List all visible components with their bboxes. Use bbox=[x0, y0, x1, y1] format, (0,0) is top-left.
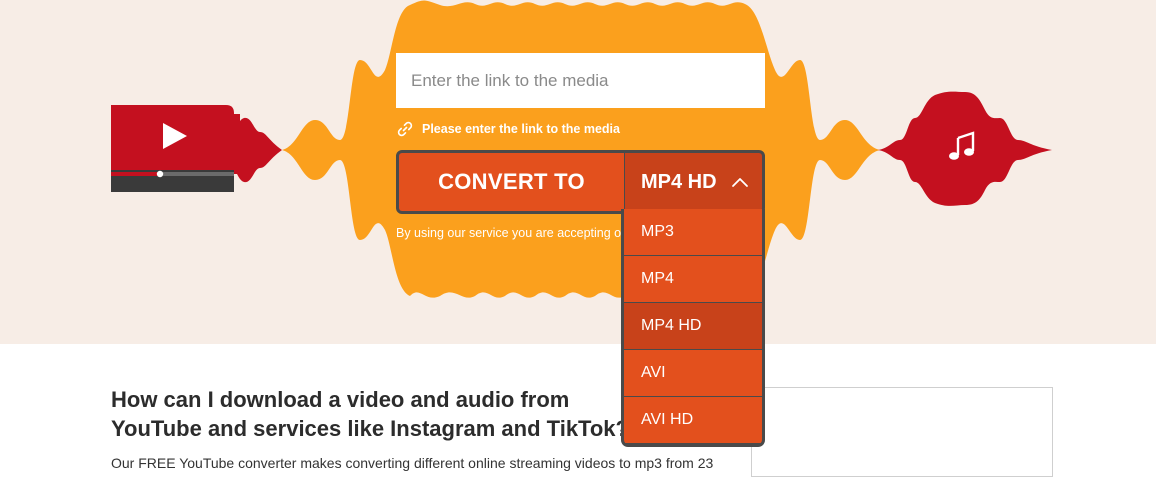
url-hint-text: Please enter the link to the media bbox=[422, 122, 620, 136]
convert-button[interactable]: CONVERT TO bbox=[399, 153, 624, 211]
faq-heading: How can I download a video and audio fro… bbox=[111, 387, 629, 441]
hero-section: Please enter the link to the media CONVE… bbox=[0, 0, 1156, 344]
format-select[interactable]: MP4 HD bbox=[625, 153, 762, 211]
terms-notice: By using our service you are accepting o… bbox=[396, 226, 622, 240]
format-option-mp4[interactable]: MP4 bbox=[624, 256, 762, 302]
faq-paragraph: Our FREE YouTube converter makes convert… bbox=[111, 455, 714, 471]
url-hint: Please enter the link to the media bbox=[396, 119, 620, 139]
format-dropdown-menu: MP3 MP4 MP4 HD AVI AVI HD bbox=[621, 209, 765, 447]
format-option-mp4-hd[interactable]: MP4 HD bbox=[624, 303, 762, 349]
red-waveform-right bbox=[878, 91, 1052, 206]
format-option-mp3[interactable]: MP3 bbox=[624, 209, 762, 255]
format-option-avi[interactable]: AVI bbox=[624, 350, 762, 396]
chevron-up-icon bbox=[731, 178, 748, 187]
media-url-input[interactable] bbox=[396, 53, 765, 108]
convert-control: CONVERT TO MP4 HD bbox=[396, 150, 765, 214]
format-option-avi-hd[interactable]: AVI HD bbox=[624, 397, 762, 443]
side-panel bbox=[751, 387, 1053, 477]
selected-format-label: MP4 HD bbox=[641, 170, 717, 193]
link-icon bbox=[397, 121, 413, 137]
youtube-play-icon bbox=[111, 105, 240, 192]
